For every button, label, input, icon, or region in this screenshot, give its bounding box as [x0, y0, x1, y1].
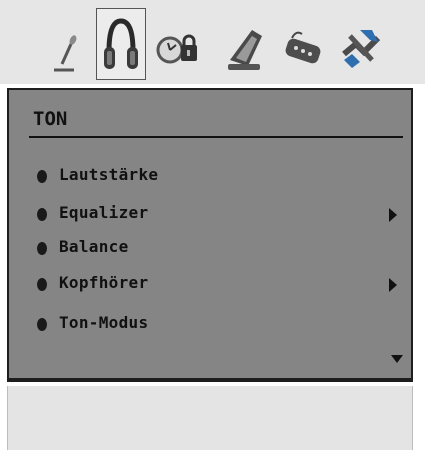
scroll-down-arrow-icon[interactable] [391, 355, 403, 363]
menu-item-label: Kopfhörer [59, 273, 149, 292]
category-toolbar [0, 0, 425, 84]
menu-item-sound-mode[interactable]: Ton-Modus [33, 312, 403, 338]
tab-installation[interactable] [222, 8, 272, 80]
bullet-icon [37, 170, 47, 183]
menu-item-label: Ton-Modus [59, 313, 149, 332]
bullet-icon [37, 318, 47, 331]
tab-remote[interactable] [278, 8, 328, 80]
tab-timer-lock[interactable] [150, 8, 200, 80]
submenu-arrow-icon [389, 278, 397, 292]
menu-item-label: Balance [59, 237, 129, 256]
info-area [7, 386, 413, 450]
microphone-icon [54, 35, 77, 72]
menu-item-volume[interactable]: Lautstärke [33, 164, 403, 190]
menu-screen: TON Lautstärke Equalizer Balance Kopfhör… [0, 0, 425, 450]
tools-icon [342, 30, 381, 68]
sound-menu-panel: TON Lautstärke Equalizer Balance Kopfhör… [7, 88, 413, 382]
bullet-icon [37, 242, 47, 255]
tab-sound[interactable] [96, 8, 146, 80]
menu-item-label: Lautstärke [59, 165, 159, 184]
satellite-dish-icon [228, 30, 262, 70]
tab-setup[interactable] [334, 8, 384, 80]
tab-microphone[interactable] [40, 8, 90, 80]
headphones-icon [104, 18, 138, 69]
remote-control-icon [285, 31, 321, 64]
menu-item-headphones[interactable]: Kopfhörer [33, 272, 403, 298]
menu-title: TON [33, 108, 68, 130]
bullet-icon [37, 208, 47, 221]
menu-item-balance[interactable]: Balance [33, 236, 403, 262]
menu-item-label: Equalizer [59, 203, 149, 222]
menu-item-equalizer[interactable]: Equalizer [33, 202, 403, 228]
bullet-icon [37, 278, 47, 291]
clock-lock-icon [156, 34, 197, 64]
submenu-arrow-icon [389, 208, 397, 222]
title-divider [29, 136, 403, 138]
